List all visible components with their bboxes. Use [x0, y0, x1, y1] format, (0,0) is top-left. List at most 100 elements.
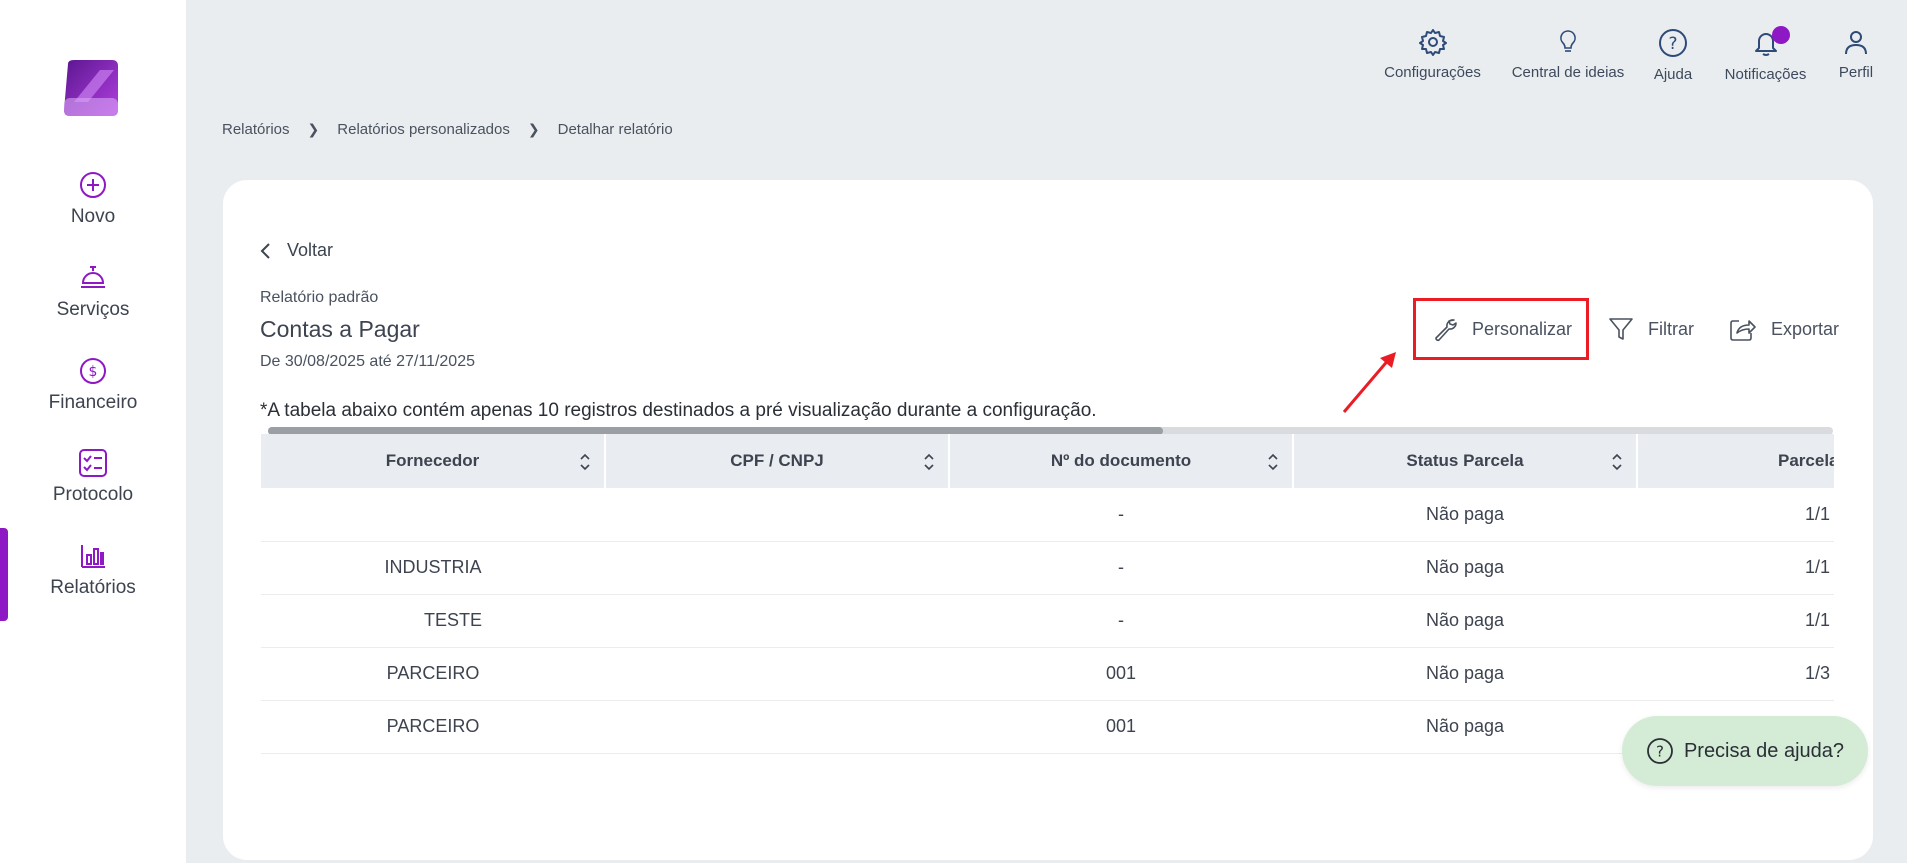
page-title: Contas a Pagar: [260, 316, 420, 342]
customize-button[interactable]: Personalizar: [1413, 298, 1590, 360]
cell-status: Não paga: [1293, 647, 1637, 701]
breadcrumb-relatorios[interactable]: Relatórios: [222, 121, 290, 138]
cell-status: Não paga: [1293, 594, 1637, 648]
column-label: Parcela: [1778, 451, 1834, 470]
cell-parcela: 1/1: [1637, 594, 1834, 648]
nav-item-novo[interactable]: Novo: [0, 170, 186, 228]
lightbulb-icon: [1560, 30, 1576, 52]
column-label: Fornecedor: [385, 451, 480, 470]
table-row[interactable]: TESTE - Não paga 1/1: [261, 594, 1834, 648]
breadcrumb-current: Detalhar relatório: [557, 121, 673, 138]
help-chat-label: Precisa de ajuda?: [1683, 739, 1845, 762]
dollar-circle-icon: $: [80, 358, 106, 384]
help-circle-icon: ?: [1659, 29, 1687, 57]
sort-icon[interactable]: [1266, 452, 1280, 472]
cell-cpf-cnpj: [605, 488, 949, 542]
bar-chart-icon: [81, 545, 105, 568]
settings-label: Configurações: [1384, 64, 1481, 81]
export-button[interactable]: Exportar: [1729, 298, 1839, 360]
column-header-documento[interactable]: Nº do documento: [949, 434, 1294, 488]
notifications-label: Notificações: [1724, 66, 1807, 83]
sort-icon[interactable]: [1610, 452, 1624, 472]
nav-item-relatorios[interactable]: Relatórios: [0, 541, 186, 599]
plus-circle-icon: [80, 172, 106, 198]
nav-label-relatorios: Relatórios: [50, 577, 136, 598]
sidebar: Novo Serviços $ Financeiro Protocolo Rel…: [0, 0, 186, 863]
cell-documento: 001: [949, 647, 1293, 701]
cell-parcela: 1/1: [1637, 541, 1834, 595]
ideas-label: Central de ideias: [1511, 64, 1625, 81]
nav-label-novo: Novo: [70, 206, 116, 227]
chevron-left-icon: [260, 242, 270, 259]
report-table-wrapper: Fornecedor CPF / CNPJ Nº do documento St…: [261, 434, 1834, 754]
help-label: Ajuda: [1653, 66, 1693, 83]
sort-icon[interactable]: [578, 452, 592, 472]
report-subtitle: Relatório padrão: [260, 289, 379, 306]
nav-label-servicos: Serviços: [56, 299, 130, 320]
notification-badge: [1772, 26, 1790, 44]
cell-status: Não paga: [1293, 488, 1637, 542]
funnel-icon: [1609, 318, 1633, 340]
service-bell-icon: [81, 266, 105, 288]
filter-button[interactable]: Filtrar: [1608, 298, 1694, 360]
svg-text:?: ?: [1656, 743, 1664, 761]
column-header-fornecedor[interactable]: Fornecedor: [261, 434, 606, 488]
cell-fornecedor: [261, 488, 605, 542]
help-button[interactable]: ? Ajuda: [1648, 28, 1698, 83]
cell-documento: 001: [949, 700, 1293, 754]
back-button[interactable]: Voltar: [259, 240, 333, 261]
user-icon: [1845, 31, 1867, 55]
column-label: Status Parcela: [1406, 451, 1524, 470]
gear-icon: [1418, 29, 1447, 56]
cell-cpf-cnpj: [605, 541, 949, 595]
help-chat-button[interactable]: ? Precisa de ajuda?: [1622, 716, 1868, 786]
cell-fornecedor: PARCEIRO: [261, 700, 605, 754]
breadcrumb: Relatórios ❯ Relatórios personalizados ❯…: [222, 121, 673, 138]
report-table: Fornecedor CPF / CNPJ Nº do documento St…: [261, 434, 1834, 754]
column-header-parcela[interactable]: Parcela: [1637, 434, 1834, 488]
cell-parcela: 1/3: [1637, 647, 1834, 701]
cell-cpf-cnpj: [605, 700, 949, 754]
table-row[interactable]: PARCEIRO 001 Não paga 1/3: [261, 700, 1834, 754]
chevron-right-icon: ❯: [307, 121, 320, 137]
cell-parcela: 1/1: [1637, 488, 1834, 542]
back-label: Voltar: [287, 240, 334, 260]
nav-item-protocolo[interactable]: Protocolo: [0, 448, 186, 506]
cell-documento: -: [949, 594, 1293, 648]
settings-button[interactable]: Configurações: [1380, 28, 1485, 81]
cell-fornecedor: PARCEIRO: [261, 647, 605, 701]
nav-item-servicos[interactable]: Serviços: [0, 263, 186, 321]
cell-status: Não paga: [1293, 700, 1637, 754]
profile-button[interactable]: Perfil: [1831, 28, 1881, 81]
sort-icon[interactable]: [922, 452, 936, 472]
annotation-arrow-icon: [1342, 352, 1396, 413]
table-row[interactable]: PARCEIRO 001 Não paga 1/3: [261, 647, 1834, 701]
cell-status: Não paga: [1293, 541, 1637, 595]
checklist-icon: [79, 449, 107, 477]
preview-notice: *A tabela abaixo contém apenas 10 regist…: [260, 400, 1097, 421]
ideas-button[interactable]: Central de ideias: [1508, 28, 1628, 81]
nav-item-financeiro[interactable]: $ Financeiro: [0, 356, 186, 414]
cell-documento: -: [949, 541, 1293, 595]
table-row[interactable]: INDUSTRIA - Não paga 1/1: [261, 541, 1834, 595]
column-label: Nº do documento: [1050, 451, 1192, 470]
nav-label-financeiro: Financeiro: [48, 392, 138, 413]
column-header-status-parcela[interactable]: Status Parcela: [1293, 434, 1638, 488]
date-range: De 30/08/2025 até 27/11/2025: [260, 353, 475, 370]
export-label: Exportar: [1771, 318, 1840, 339]
app-logo[interactable]: [60, 58, 122, 118]
breadcrumb-relatorios-personalizados[interactable]: Relatórios personalizados: [337, 121, 510, 138]
svg-text:?: ?: [1668, 34, 1677, 54]
table-header-row: Fornecedor CPF / CNPJ Nº do documento St…: [261, 434, 1834, 488]
column-header-cpf-cnpj[interactable]: CPF / CNPJ: [605, 434, 950, 488]
column-label: CPF / CNPJ: [730, 451, 824, 470]
cell-cpf-cnpj: [605, 647, 949, 701]
table-row[interactable]: - Não paga 1/1: [261, 488, 1834, 542]
svg-text:$: $: [89, 364, 98, 380]
cell-documento: -: [949, 488, 1293, 542]
cell-fornecedor: TESTE: [261, 594, 605, 648]
cell-cpf-cnpj: [605, 594, 949, 648]
share-export-icon: [1730, 320, 1756, 341]
notifications-button[interactable]: Notificações: [1718, 26, 1813, 83]
filter-label: Filtrar: [1648, 318, 1694, 339]
